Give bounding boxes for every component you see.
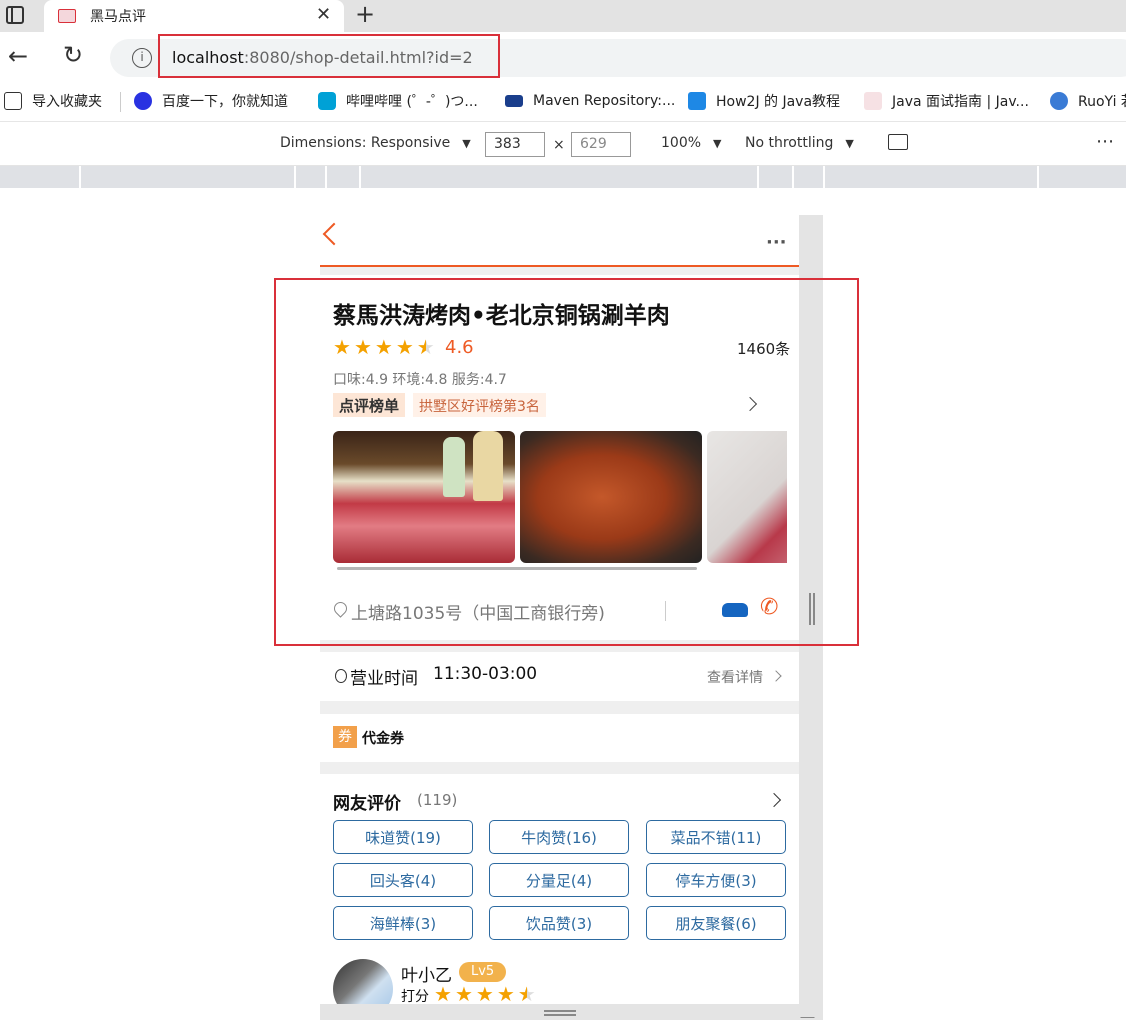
star-icon: ★ (475, 982, 494, 1005)
throttling-label: No throttling (745, 135, 834, 151)
bookmark-label: 百度一下，你就知道 (162, 94, 288, 110)
hours-value: 11:30-03:00 (433, 664, 538, 684)
review-tag[interactable]: 朋友聚餐(6) (646, 906, 786, 940)
dimensions-label: Dimensions: Responsive (280, 135, 451, 151)
clock-icon (335, 669, 347, 683)
zoom-select[interactable]: 100% ▼ (661, 135, 722, 151)
site-info-icon[interactable]: i (132, 48, 152, 68)
more-dots-icon[interactable]: ··· (766, 232, 787, 253)
star-icon: ★ (496, 982, 515, 1005)
maven-icon (505, 95, 523, 107)
tab-title: 黑马点评 (90, 9, 146, 25)
review-tag[interactable]: 回头客(4) (333, 863, 473, 897)
favicon-icon (58, 9, 76, 23)
rating-label: 打分 (401, 989, 429, 1005)
rotate-icon[interactable] (888, 134, 908, 150)
dimensions-select[interactable]: Dimensions: Responsive ▼ (280, 135, 471, 151)
half-star-icon: ★ (517, 982, 536, 1005)
caret-down-icon: ▼ (713, 136, 722, 150)
bookmark-maven[interactable]: Maven Repository:... (505, 84, 675, 118)
back-arrow-icon[interactable] (322, 222, 346, 246)
coupon-card[interactable]: 券 代金券 (320, 714, 799, 762)
throttling-select[interactable]: No throttling ▼ (745, 135, 854, 151)
hours-label: 营业时间 (350, 669, 418, 689)
ruoyi-icon (1050, 92, 1068, 110)
baidu-paw-icon (134, 92, 152, 110)
bookmark-label: 导入收藏夹 (32, 94, 102, 110)
shop-info-highlight-box (274, 278, 859, 646)
chevron-right-icon (766, 792, 782, 808)
ruler-tick (325, 166, 327, 188)
review-tag[interactable]: 分量足(4) (489, 863, 629, 897)
corner-resize-icon[interactable] (800, 1006, 826, 1018)
import-icon (4, 92, 22, 110)
bookmark-bilibili[interactable]: 哔哩哔哩 (゜-゜)つ... (318, 84, 478, 118)
caret-down-icon: ▼ (845, 136, 854, 150)
viewport-bottom-bar (320, 1004, 826, 1020)
star-icon: ★ (454, 982, 473, 1005)
device-toolbar: Dimensions: Responsive ▼ 383 × 629 100% … (0, 122, 1126, 166)
chevron-right-icon (770, 670, 782, 682)
url-highlight-box (158, 34, 500, 78)
review-tag[interactable]: 海鲜棒(3) (333, 906, 473, 940)
tab-close-icon[interactable]: ✕ (316, 4, 331, 25)
back-icon[interactable]: ← (8, 42, 28, 70)
bookmark-baidu[interactable]: 百度一下，你就知道 (134, 84, 288, 118)
review-tag[interactable]: 菜品不错(11) (646, 820, 786, 854)
hours-detail-link[interactable]: 查看详情 (707, 667, 763, 687)
bookmark-label: Java 面试指南 | Jav... (892, 94, 1029, 110)
ruler-tick (823, 166, 825, 188)
reviews-card: 网友评价 (119) 味道赞(19) 牛肉赞(16) 菜品不错(11) 回头客(… (320, 774, 799, 1005)
ruler-tick (1037, 166, 1039, 188)
ruler-tick (757, 166, 759, 188)
bookmark-java-guide[interactable]: Java 面试指南 | Jav... (864, 84, 1029, 118)
bilibili-tv-icon (318, 92, 336, 110)
new-tab-icon[interactable]: + (355, 0, 375, 28)
ruler-tick (359, 166, 361, 188)
bookmark-ruoyi[interactable]: RuoYi 若 (1050, 84, 1126, 118)
browser-tab-bar: 黑马点评 ✕ + (0, 0, 1126, 32)
coupon-badge: 券 (333, 726, 357, 748)
coupon-title: 代金券 (362, 731, 404, 747)
reviews-header[interactable]: 网友评价 (119) (333, 789, 789, 814)
media-query-ruler (0, 166, 1126, 188)
reload-icon[interactable]: ↻ (63, 41, 83, 69)
how2j-icon (688, 92, 706, 110)
review-tag[interactable]: 停车方便(3) (646, 863, 786, 897)
bookmark-label: 哔哩哔哩 (゜-゜)つ... (346, 94, 478, 110)
active-tab[interactable]: 黑马点评 ✕ (44, 0, 344, 32)
resize-handle[interactable] (544, 1010, 576, 1012)
review-tag[interactable]: 味道赞(19) (333, 820, 473, 854)
zoom-label: 100% (661, 135, 702, 151)
level-badge: Lv5 (459, 962, 507, 982)
times-sign: × (553, 137, 565, 153)
star-icon: ★ (434, 982, 452, 1005)
bookmark-label: Maven Repository:... (533, 93, 676, 109)
bookmark-label: RuoYi 若 (1078, 94, 1126, 110)
ruler-tick (79, 166, 81, 188)
review-tag[interactable]: 牛肉赞(16) (489, 820, 629, 854)
bookmarks-bar: 导入收藏夹 百度一下，你就知道 哔哩哔哩 (゜-゜)つ... Maven Rep… (0, 84, 1126, 122)
height-input[interactable]: 629 (571, 132, 631, 157)
caret-down-icon: ▼ (462, 136, 471, 150)
width-input[interactable]: 383 (485, 132, 545, 157)
reviews-title: 网友评价 (333, 794, 401, 814)
review-tag[interactable]: 饮品赞(3) (489, 906, 629, 940)
more-options-icon[interactable]: ⋯ (1096, 131, 1114, 152)
page-header: ··· (320, 215, 799, 267)
bookmark-import[interactable]: 导入收藏夹 (4, 84, 102, 118)
reviewer-stars: ★ ★ ★ ★ ★ (434, 984, 536, 1004)
bookmark-label: How2J 的 Java教程 (716, 94, 841, 110)
bookmark-separator (120, 92, 121, 112)
tab-actions-icon[interactable] (6, 6, 24, 24)
java-guide-icon (864, 92, 882, 110)
resize-handle[interactable] (544, 1014, 576, 1016)
reviews-count: (119) (417, 791, 458, 809)
avatar[interactable] (333, 959, 393, 1005)
hours-card[interactable]: 营业时间 11:30-03:00 查看详情 (320, 652, 799, 701)
ruler-tick (294, 166, 296, 188)
ruler-tick (792, 166, 794, 188)
bookmark-how2j[interactable]: How2J 的 Java教程 (688, 84, 840, 118)
address-bar: ← ↻ i localhost:8080/shop-detail.html?id… (0, 32, 1126, 84)
